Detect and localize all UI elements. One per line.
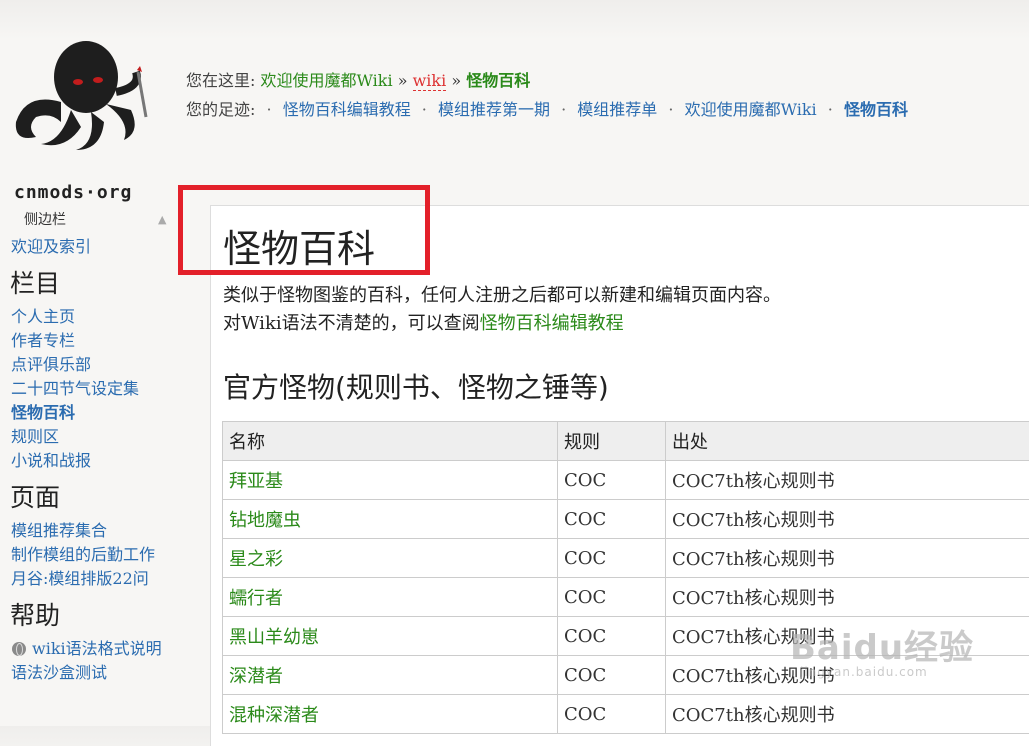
trace-item[interactable]: 模组推荐单 xyxy=(577,100,657,119)
sidebar-section-title: 帮助 xyxy=(0,601,178,631)
sidebar-item[interactable]: 作者专栏 xyxy=(0,329,178,353)
monster-name-link[interactable]: 拜亚基 xyxy=(223,461,558,500)
breadcrumb-separator: » xyxy=(398,71,408,90)
table-row: 蠕行者 COC COC7th核心规则书 xyxy=(223,578,1029,617)
sidebar-item[interactable]: 制作模组的后勤工作 xyxy=(0,543,178,567)
source-cell: COC7th核心规则书 xyxy=(666,539,1029,578)
sidebar-item-label[interactable]: wiki语法格式说明 xyxy=(32,637,162,661)
sidebar-item-index[interactable]: 欢迎及索引 xyxy=(0,235,178,259)
table-row: 拜亚基 COC COC7th核心规则书 xyxy=(223,461,1029,500)
rule-cell: COC xyxy=(558,539,666,578)
column-header[interactable]: 规则 xyxy=(558,422,666,461)
intro-prefix: 对Wiki语法不清楚的，可以查阅 xyxy=(223,313,480,334)
rule-cell: COC xyxy=(558,656,666,695)
source-cell: COC7th核心规则书 xyxy=(666,578,1029,617)
section-title: 官方怪物(规则书、怪物之锤等) xyxy=(223,366,609,406)
sidebar-item[interactable]: 模组推荐集合 xyxy=(0,519,178,543)
monster-name-link[interactable]: 深潜者 xyxy=(223,656,558,695)
source-cell: COC7th核心规则书 xyxy=(666,695,1029,734)
table-row: 混种深潜者 COC COC7th核心规则书 xyxy=(223,695,1029,734)
breadcrumb-wiki[interactable]: wiki xyxy=(413,71,447,91)
sidebar-header-label: 侧边栏 xyxy=(24,212,66,228)
intro-line: 对Wiki语法不清楚的，可以查阅怪物百科编辑教程 xyxy=(223,310,781,338)
sidebar-header[interactable]: 侧边栏 ▲ xyxy=(0,205,178,235)
sidebar-section-title: 页面 xyxy=(0,483,178,513)
table-row: 钻地魔虫 COC COC7th核心规则书 xyxy=(223,500,1029,539)
table-header-row: 名称 规则 出处 xyxy=(223,422,1029,461)
monster-name-link[interactable]: 黑山羊幼崽 xyxy=(223,617,558,656)
edit-tutorial-link[interactable]: 怪物百科编辑教程 xyxy=(480,313,624,334)
sidebar-item[interactable]: 个人主页 xyxy=(0,305,178,329)
sidebar-item[interactable]: 月谷:模组排版22问 xyxy=(0,567,178,591)
collapse-triangle-icon[interactable]: ▲ xyxy=(158,205,166,235)
breadcrumb-home[interactable]: 欢迎使用魔都Wiki xyxy=(261,71,393,90)
site-logo[interactable]: cnmods·org xyxy=(6,32,156,177)
sidebar-item[interactable]: 规则区 xyxy=(0,425,178,449)
column-header[interactable]: 名称 xyxy=(223,422,558,461)
sidebar-item[interactable]: 语法沙盒测试 xyxy=(0,661,178,685)
breadcrumb-area: 您在这里: 欢迎使用魔都Wiki » wiki » 怪物百科 您的足迹: · 怪… xyxy=(186,66,908,124)
trace-item-current[interactable]: 怪物百科 xyxy=(844,100,908,119)
column-header[interactable]: 出处 xyxy=(666,422,1029,461)
baidu-watermark: Baidu经验 jingyan.baidu.com xyxy=(790,620,974,679)
sidebar-item-syntax[interactable]: wiki语法格式说明 xyxy=(0,637,178,661)
monster-name-link[interactable]: 星之彩 xyxy=(223,539,558,578)
trace: 您的足迹: · 怪物百科编辑教程 · 模组推荐第一期 · 模组推荐单 · 欢迎使… xyxy=(186,95,908,124)
breadcrumb: 您在这里: 欢迎使用魔都Wiki » wiki » 怪物百科 xyxy=(186,66,908,95)
sidebar-item[interactable]: 二十四节气设定集 xyxy=(0,377,178,401)
monster-name-link[interactable]: 蠕行者 xyxy=(223,578,558,617)
rule-cell: COC xyxy=(558,578,666,617)
source-cell: COC7th核心规则书 xyxy=(666,500,1029,539)
highlight-annotation-box xyxy=(178,185,430,275)
source-cell: COC7th核心规则书 xyxy=(666,461,1029,500)
breadcrumb-separator: » xyxy=(451,71,461,90)
monster-name-link[interactable]: 钻地魔虫 xyxy=(223,500,558,539)
logo-text: cnmods·org xyxy=(14,182,132,203)
trace-item[interactable]: 怪物百科编辑教程 xyxy=(283,100,411,119)
monster-name-link[interactable]: 混种深潜者 xyxy=(223,695,558,734)
trace-item[interactable]: 欢迎使用魔都Wiki xyxy=(685,100,817,119)
rule-cell: COC xyxy=(558,461,666,500)
sidebar-section-title: 栏目 xyxy=(0,269,178,299)
sidebar: 侧边栏 ▲ 欢迎及索引 栏目 个人主页 作者专栏 点评俱乐部 二十四节气设定集 … xyxy=(0,205,178,685)
rule-cell: COC xyxy=(558,500,666,539)
breadcrumb-current[interactable]: 怪物百科 xyxy=(466,71,530,90)
rule-cell: COC xyxy=(558,695,666,734)
breadcrumb-label: 您在这里: xyxy=(186,71,255,90)
table-row: 星之彩 COC COC7th核心规则书 xyxy=(223,539,1029,578)
rule-cell: COC xyxy=(558,617,666,656)
sidebar-item[interactable]: 小说和战报 xyxy=(0,449,178,473)
trace-label: 您的足迹: xyxy=(186,100,255,119)
sidebar-item[interactable]: 点评俱乐部 xyxy=(0,353,178,377)
octopus-logo-icon xyxy=(6,32,156,162)
trace-item[interactable]: 模组推荐第一期 xyxy=(438,100,550,119)
monster-table: 名称 规则 出处 拜亚基 COC COC7th核心规则书 钻地魔虫 COC CO… xyxy=(222,421,1029,734)
watermark-main: Baidu经验 xyxy=(790,620,974,669)
sidebar-item-current[interactable]: 怪物百科 xyxy=(0,401,178,425)
globe-icon xyxy=(12,642,26,656)
intro-text: 类似于怪物图鉴的百科，任何人注册之后都可以新建和编辑页面内容。 对Wiki语法不… xyxy=(223,282,781,338)
intro-line: 类似于怪物图鉴的百科，任何人注册之后都可以新建和编辑页面内容。 xyxy=(223,282,781,310)
